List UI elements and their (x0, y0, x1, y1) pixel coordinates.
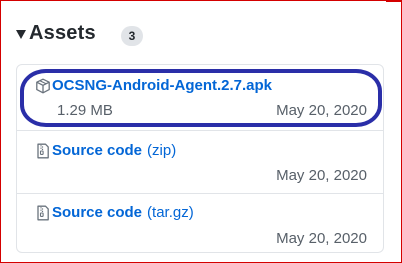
asset-name: Source code (52, 142, 143, 159)
asset-row: OCSNG-Android-Agent.2.7.apk 1.29 MB May … (17, 65, 383, 125)
asset-name: Source code (52, 204, 143, 221)
assets-header[interactable]: Assets (16, 19, 96, 47)
asset-size: 1.29 MB (57, 102, 113, 119)
asset-download-link[interactable]: OCSNG-Android-Agent.2.7.apk (35, 77, 272, 94)
source-zip-link[interactable]: Source code (zip) (35, 142, 176, 159)
asset-date: May 20, 2020 (276, 230, 367, 247)
file-zip-icon (37, 143, 49, 158)
assets-title: Assets (29, 21, 96, 44)
assets-count-badge: 3 (121, 26, 143, 46)
package-icon (36, 78, 50, 93)
asset-name: OCSNG-Android-Agent.2.7.apk (52, 77, 273, 94)
asset-ext: (tar.gz) (147, 204, 194, 221)
file-zip-icon (37, 205, 49, 220)
caret-down-icon[interactable] (16, 29, 26, 39)
asset-ext: (zip) (147, 142, 177, 159)
asset-row: Source code (zip) May 20, 2020 (17, 130, 383, 190)
asset-date: May 20, 2020 (276, 102, 367, 119)
source-targz-link[interactable]: Source code (tar.gz) (35, 204, 194, 221)
asset-date: May 20, 2020 (276, 167, 367, 184)
asset-row: Source code (tar.gz) May 20, 2020 (17, 193, 383, 253)
annotation-frame-notch (386, 0, 402, 2)
